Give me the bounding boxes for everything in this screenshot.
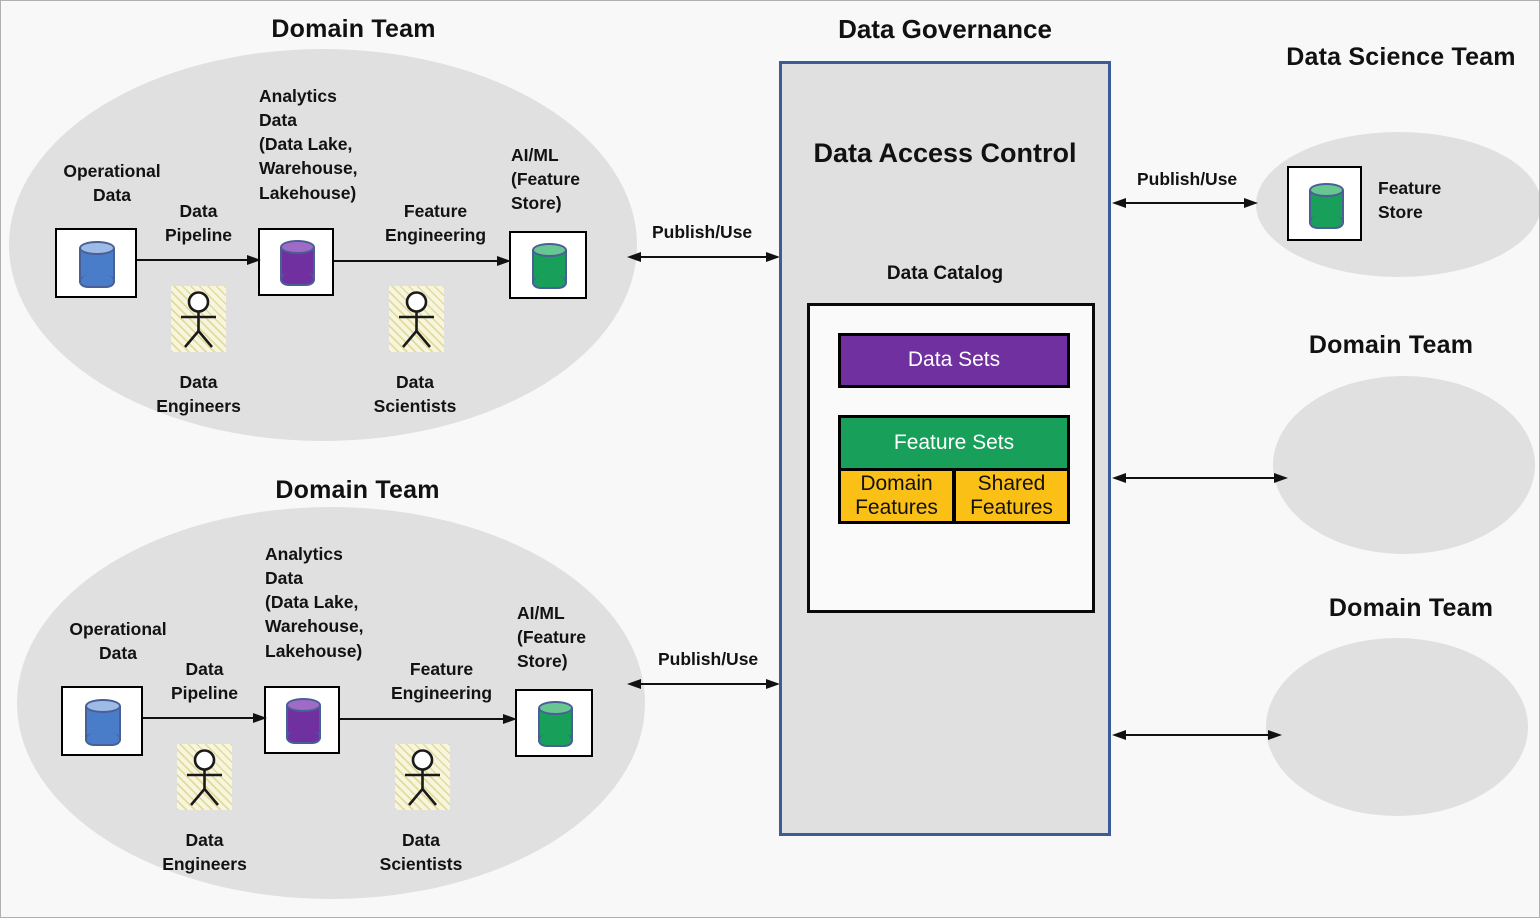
node-aiml-feature-store-top[interactable] bbox=[509, 231, 587, 299]
label-aiml-feature-store-bottom: AI/ML (Feature Store) bbox=[517, 603, 587, 672]
data-governance-panel: Data Access Control Data Catalog Data Se… bbox=[779, 61, 1111, 836]
arrow-label-publish-use-top: Publish/Use bbox=[652, 222, 753, 242]
arrow-bidirectional-icon-domain-team-right-2 bbox=[1112, 728, 1282, 742]
stick-figure-person-icon-data-engineers-top bbox=[171, 286, 226, 352]
arrow-right-icon-feature-engineering-top bbox=[334, 254, 511, 268]
group-title-data-science-team: Data Science Team bbox=[1286, 43, 1516, 71]
database-cylinder-icon bbox=[538, 701, 573, 747]
arrow-bidirectional-icon-domain-team-right-1 bbox=[1112, 471, 1288, 485]
label-data-pipeline-top: Data Pipeline bbox=[164, 201, 233, 246]
label-feature-store-data-science: Feature Store bbox=[1378, 178, 1442, 223]
catalog-chip-domain-features[interactable]: Domain Features bbox=[838, 468, 955, 524]
database-cylinder-icon bbox=[280, 240, 315, 286]
database-cylinder-icon bbox=[85, 699, 121, 746]
arrow-bidirectional-icon-publish-use-top bbox=[627, 250, 780, 264]
arrow-right-icon-feature-engineering-bottom bbox=[340, 712, 517, 726]
label-analytics-data-bottom: Analytics Data (Data Lake, Warehouse, La… bbox=[265, 544, 364, 661]
label-aiml-feature-store-top: AI/ML (Feature Store) bbox=[511, 145, 581, 214]
group-title-domain-team-top: Domain Team bbox=[271, 15, 436, 43]
label-analytics-data-top: Analytics Data (Data Lake, Warehouse, La… bbox=[259, 86, 358, 203]
node-feature-store-data-science[interactable] bbox=[1287, 166, 1362, 241]
arrow-right-icon-data-pipeline-top bbox=[137, 253, 261, 267]
group-ellipse-domain-team-right-2 bbox=[1266, 638, 1528, 816]
group-title-domain-team-right-2: Domain Team bbox=[1328, 594, 1494, 622]
diagram-canvas: Domain Team Operational Data Analytics D… bbox=[0, 0, 1540, 918]
panel-title-data-access-control: Data Access Control bbox=[813, 138, 1077, 168]
label-feature-engineering-top: Feature Engineering bbox=[384, 201, 487, 246]
database-cylinder-icon bbox=[79, 241, 115, 288]
arrow-bidirectional-icon-publish-use-data-science bbox=[1112, 196, 1258, 210]
group-ellipse-domain-team-right-1 bbox=[1273, 376, 1535, 554]
node-analytics-data-top[interactable] bbox=[258, 228, 334, 296]
database-cylinder-icon bbox=[532, 243, 567, 289]
label-data-pipeline-bottom: Data Pipeline bbox=[170, 659, 239, 704]
label-data-scientists-top: Data Scientists bbox=[373, 372, 457, 417]
node-aiml-feature-store-bottom[interactable] bbox=[515, 689, 593, 757]
catalog-chip-data-sets[interactable]: Data Sets bbox=[838, 333, 1070, 388]
node-operational-data-top[interactable] bbox=[55, 228, 137, 298]
label-data-scientists-bottom: Data Scientists bbox=[379, 830, 463, 875]
label-feature-engineering-bottom: Feature Engineering bbox=[390, 659, 493, 704]
stick-figure-person-icon-data-scientists-bottom bbox=[395, 744, 450, 810]
panel-title-data-governance: Data Governance bbox=[838, 14, 1052, 44]
arrow-bidirectional-icon-publish-use-bottom bbox=[627, 677, 780, 691]
arrow-label-publish-use-data-science: Publish/Use bbox=[1137, 169, 1238, 189]
stick-figure-person-icon-data-engineers-bottom bbox=[177, 744, 232, 810]
catalog-chip-shared-features[interactable]: Shared Features bbox=[953, 468, 1070, 524]
stick-figure-person-icon-data-scientists-top bbox=[389, 286, 444, 352]
group-title-domain-team-bottom: Domain Team bbox=[275, 476, 440, 504]
arrow-label-publish-use-bottom: Publish/Use bbox=[658, 649, 759, 669]
panel-subtitle-data-catalog: Data Catalog bbox=[886, 263, 1004, 284]
node-operational-data-bottom[interactable] bbox=[61, 686, 143, 756]
label-data-engineers-top: Data Engineers bbox=[156, 372, 241, 417]
arrow-right-icon-data-pipeline-bottom bbox=[143, 711, 267, 725]
group-title-domain-team-right-1: Domain Team bbox=[1308, 331, 1474, 359]
label-data-engineers-bottom: Data Engineers bbox=[162, 830, 247, 875]
node-analytics-data-bottom[interactable] bbox=[264, 686, 340, 754]
data-catalog-box: Data Sets Feature Sets Domain Features S… bbox=[807, 303, 1095, 613]
catalog-chip-feature-sets[interactable]: Feature Sets bbox=[838, 415, 1070, 471]
database-cylinder-icon bbox=[1309, 183, 1344, 229]
database-cylinder-icon bbox=[286, 698, 321, 744]
